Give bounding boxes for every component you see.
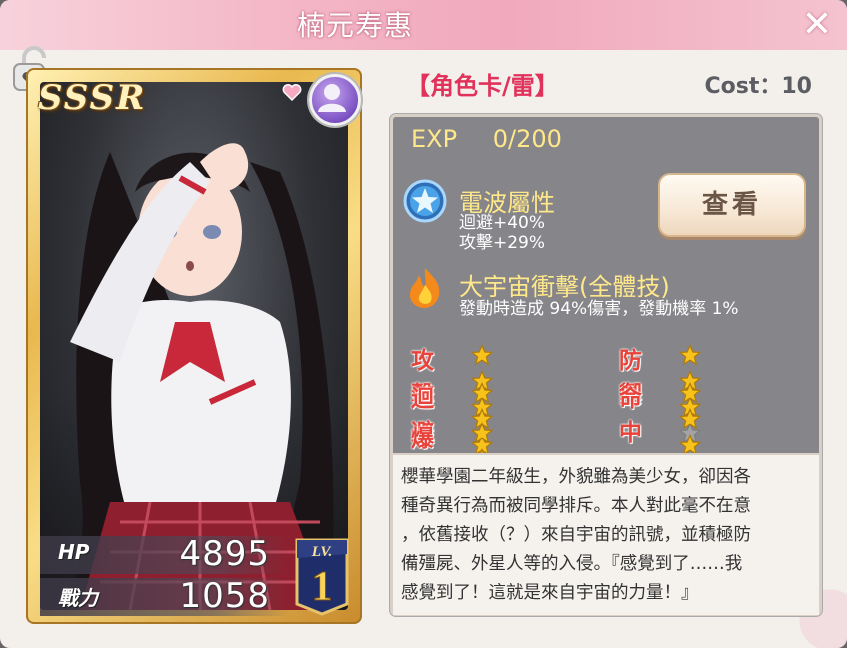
- level-label: LV.: [311, 544, 333, 560]
- level-value: 1: [312, 564, 333, 610]
- description-line: 櫻華學園二年級生，外貌雖為美少女，卻因各: [401, 467, 751, 487]
- star-filled-icon: [471, 382, 493, 404]
- description-line: ，依舊接收（？）來自宇宙的訊號，並積極防: [401, 525, 751, 545]
- power-band: 戰力 1058: [40, 576, 290, 616]
- description-line: 備殭屍、外星人等的入侵。『感覺到了……我: [401, 554, 743, 574]
- star-rating: [679, 382, 702, 508]
- star-rating: [471, 422, 494, 548]
- skill-section: EXP 0/200 電波屬性 迴避+40% 攻擊+29% 查看 大宇宙衝擊(全體…: [393, 117, 819, 548]
- star-orb-icon: [403, 179, 447, 223]
- card-category: 【角色卡/雷】: [406, 72, 559, 100]
- skill1-effect-1: 迴避+40%: [459, 213, 546, 233]
- star-rating: [471, 382, 494, 508]
- card-cost: Cost：10: [704, 74, 813, 99]
- power-label: 戰力: [58, 586, 98, 610]
- star-rating: [679, 344, 702, 470]
- character-avatar-icon[interactable]: [309, 74, 361, 126]
- flame-icon: [409, 268, 440, 308]
- description-line: 感覺到了！這就是來自宇宙的力量！』: [401, 583, 699, 603]
- character-card: SSSR HP 4895 戰力 1058 LV. 1: [26, 68, 362, 624]
- skill2-name: 大宇宙衝擊(全體技): [459, 273, 670, 301]
- star-filled-icon: [679, 408, 701, 430]
- star-filled-icon: [471, 344, 493, 366]
- exp-value: 0/200: [492, 125, 562, 153]
- info-panel: EXP 0/200 電波屬性 迴避+40% 攻擊+29% 查看 大宇宙衝擊(全體…: [390, 114, 822, 616]
- level-badge: LV. 1: [295, 538, 349, 616]
- card-detail-dialog: 楠元寿惠 ✕ SSSR HP 4895 戰力 1058 LV. 1 【角色卡/雷…: [0, 0, 847, 648]
- rarity-label: SSSR: [38, 78, 147, 118]
- star-filled-icon: [679, 344, 701, 366]
- heart-icon: [282, 84, 302, 102]
- exp-row: EXP 0/200: [411, 125, 562, 153]
- dialog-title: 楠元寿惠: [296, 9, 413, 42]
- star-rating: [471, 344, 494, 470]
- star-filled-icon: [679, 382, 701, 404]
- skill2-effect: 發動時造成 94%傷害，發動機率 1%: [459, 299, 739, 319]
- exp-label: EXP: [411, 125, 458, 153]
- character-portrait: [40, 82, 348, 610]
- hp-band: HP 4895: [40, 534, 290, 574]
- character-description: 櫻華學園二年級生，外貌雖為美少女，卻因各 種奇異行為而被同學排斥。本人對此毫不在…: [393, 453, 819, 615]
- view-button[interactable]: 查看: [658, 173, 806, 237]
- hp-value: 4895: [179, 534, 270, 574]
- skill1-effect-2: 攻擊+29%: [459, 233, 546, 253]
- close-icon[interactable]: ✕: [797, 6, 837, 44]
- attribute-label: 命中: [619, 386, 642, 446]
- character-illustration: [60, 143, 335, 610]
- power-value: 1058: [179, 576, 270, 616]
- description-line: 種奇異行為而被同學排斥。本人對此毫不在意: [401, 496, 751, 516]
- star-filled-icon: [471, 422, 493, 444]
- hp-label: HP: [58, 540, 90, 564]
- title-bar: 楠元寿惠 ✕: [0, 0, 847, 50]
